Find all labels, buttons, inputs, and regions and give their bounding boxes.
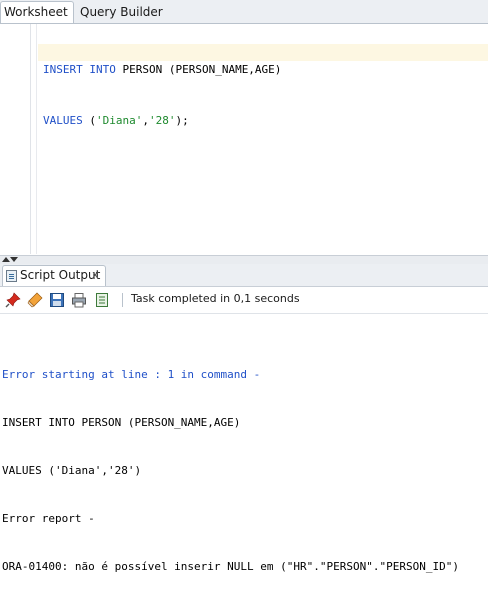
pin-icon[interactable]	[5, 292, 21, 308]
code-area[interactable]: INSERT INTO PERSON (PERSON_NAME,AGE) VAL…	[43, 27, 281, 163]
keyword: VALUES	[43, 114, 83, 127]
script-output-icon	[6, 270, 17, 282]
tab-worksheet[interactable]: Worksheet	[0, 1, 74, 23]
code-text: );	[175, 114, 189, 127]
tab-script-output[interactable]: Script Output x	[2, 265, 106, 286]
close-icon[interactable]: x	[92, 268, 99, 281]
status-text: Task completed in 0,1 seconds	[131, 292, 300, 305]
output-line-statement: INSERT INTO PERSON (PERSON_NAME,AGE)	[2, 416, 241, 429]
line-gutter	[0, 24, 31, 254]
output-toolbar: Task completed in 0,1 seconds	[0, 287, 488, 314]
output-line-error-report: Error report -	[2, 512, 95, 525]
output-line-error-start: Error starting at line : 1 in command -	[2, 368, 261, 381]
fold-margin	[36, 24, 37, 254]
collapse-up-icon[interactable]	[2, 256, 10, 262]
sql-editor[interactable]: INSERT INTO PERSON (PERSON_NAME,AGE) VAL…	[0, 24, 488, 254]
log-icon[interactable]	[94, 292, 110, 308]
keyword: INSERT INTO	[43, 63, 116, 76]
save-icon[interactable]	[49, 292, 65, 308]
collapse-down-icon[interactable]	[10, 256, 18, 262]
output-line-ora-error: ORA-01400: não é possível inserir NULL e…	[2, 560, 459, 573]
print-icon[interactable]	[71, 292, 87, 308]
toolbar-separator	[122, 293, 123, 307]
code-line-2: VALUES ('Diana','28');	[43, 112, 281, 129]
code-text: ,	[142, 114, 149, 127]
code-text: PERSON (PERSON_NAME,AGE)	[115, 63, 282, 76]
string-literal: 'Diana'	[96, 114, 143, 127]
eraser-icon[interactable]	[27, 292, 43, 308]
code-text: (	[82, 114, 96, 127]
code-line-1: INSERT INTO PERSON (PERSON_NAME,AGE)	[43, 61, 281, 78]
output-line-statement: VALUES ('Diana','28')	[2, 464, 142, 477]
tab-query-builder[interactable]: Query Builder	[80, 2, 163, 22]
script-output-area[interactable]: Error starting at line : 1 in command - …	[0, 314, 488, 573]
tab-label: Script Output	[20, 268, 101, 282]
output-tab-strip: Script Output x	[0, 264, 488, 287]
string-literal: '28'	[148, 114, 176, 127]
output-text: Error starting at line : 1 in command - …	[2, 335, 459, 607]
editor-tab-strip: Worksheet Query Builder	[0, 0, 488, 24]
